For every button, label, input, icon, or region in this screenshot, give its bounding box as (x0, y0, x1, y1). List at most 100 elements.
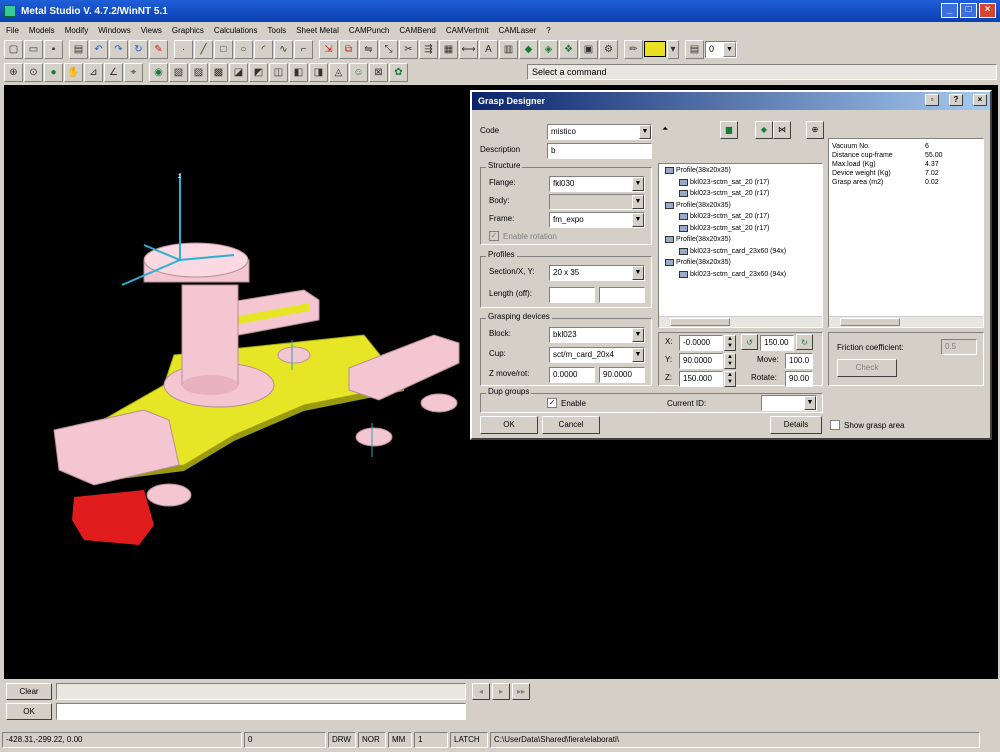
dimension-icon[interactable]: ⟷ (459, 39, 478, 59)
length-input-1[interactable] (549, 287, 595, 303)
lock-icon[interactable]: ⊠ (369, 62, 388, 82)
globe-icon[interactable]: ● (44, 62, 63, 82)
details-button[interactable]: Details (770, 416, 822, 434)
close-button[interactable]: × (979, 3, 996, 18)
move-input[interactable]: 100.0 (785, 353, 813, 369)
delete-grasp-icon[interactable]: ⋈ (773, 121, 791, 139)
profile-tree[interactable]: Profile(38x20x35) bkl023-sctm_sat_20 (r17… (658, 163, 823, 328)
nav-prev-icon[interactable]: ◂ (472, 683, 490, 700)
menu-sheet-metal[interactable]: Sheet Metal (296, 26, 339, 35)
angle-input[interactable]: 150.00 (760, 335, 794, 351)
layer-icon[interactable]: ▤ (685, 39, 704, 59)
menu-camlaser[interactable]: CAMLaser (499, 26, 537, 35)
zoom-tree-icon[interactable]: ⊕ (806, 121, 824, 139)
view-right-icon[interactable]: ◧ (289, 62, 308, 82)
z-spinner[interactable]: ▲ ▼ (724, 371, 736, 387)
view-persp-icon[interactable]: ◬ (329, 62, 348, 82)
layer-select[interactable]: 0 ▼ (705, 40, 737, 58)
dialog-restore-button[interactable]: ▫ (925, 94, 939, 106)
align-icon[interactable]: ⏶ (662, 124, 668, 134)
menu-calculations[interactable]: Calculations (214, 26, 258, 35)
menu-file[interactable]: File (6, 26, 19, 35)
shade-icon[interactable]: ◉ (149, 62, 168, 82)
assembly-icon[interactable]: ▣ (579, 39, 598, 59)
dup-enable-checkbox[interactable]: ✓ Enable (547, 398, 586, 408)
check-button[interactable]: Check (837, 359, 897, 377)
body-select[interactable]: ▼ (549, 194, 645, 210)
snap-icon[interactable]: ⌖ (124, 62, 143, 82)
section-select[interactable]: 20 x 35 ▼ (549, 265, 645, 281)
pan-icon[interactable]: ✋ (64, 62, 83, 82)
nor-toggle[interactable]: NOR (358, 731, 386, 748)
settings-icon[interactable]: ✿ (389, 62, 408, 82)
view-top-icon[interactable]: ▨ (189, 62, 208, 82)
show-grasp-area-checkbox[interactable]: Show grasp area (830, 420, 904, 430)
enable-rotation-checkbox[interactable]: ✓ Enable rotation (489, 231, 557, 241)
rotate-icon[interactable]: ↻ (129, 39, 148, 59)
tree-item-device[interactable]: bkl023-sctm_card_23x60 (94x) (679, 247, 786, 255)
arc-icon[interactable]: ◜ (254, 39, 273, 59)
menu-windows[interactable]: Windows (98, 26, 130, 35)
block-select[interactable]: bkl023 ▼ (549, 327, 645, 343)
undo-icon[interactable]: ↶ (89, 39, 108, 59)
clear-button[interactable]: Clear (6, 683, 52, 700)
x-input[interactable]: -0.0000 (679, 335, 723, 351)
rotate-right-icon[interactable]: ↻ (796, 334, 813, 350)
scroll-thumb[interactable] (840, 318, 900, 326)
solid-icon[interactable]: ◆ (519, 39, 538, 59)
frame-select[interactable]: fm_expo ▼ (549, 212, 645, 228)
point-icon[interactable]: · (174, 39, 193, 59)
person-icon[interactable]: ☺ (349, 62, 368, 82)
tree-item-profile[interactable]: Profile(38x20x35) (665, 259, 731, 266)
menu-graphics[interactable]: Graphics (172, 26, 204, 35)
eraser-icon[interactable]: ✎ (149, 39, 168, 59)
tree-item-device[interactable]: bkl023-sctm_sat_20 (r17) (679, 190, 769, 197)
offset-icon[interactable]: ⇶ (419, 39, 438, 59)
drw-toggle[interactable]: DRW (328, 731, 356, 748)
pencil-icon[interactable]: ✏ (624, 39, 643, 59)
menu-cambend[interactable]: CAMBend (399, 26, 435, 35)
dialog-close-button[interactable]: × (973, 94, 987, 106)
print-icon[interactable]: ▤ (69, 39, 88, 59)
menu-views[interactable]: Views (141, 26, 162, 35)
command-ok-button[interactable]: OK (6, 703, 52, 720)
move-icon[interactable]: ⇲ (319, 39, 338, 59)
scale-icon[interactable]: ⤡ (379, 39, 398, 59)
view-back-icon[interactable]: ◩ (249, 62, 268, 82)
trim-icon[interactable]: ✂ (399, 39, 418, 59)
length-input-2[interactable] (599, 287, 645, 303)
flange-select[interactable]: fkl030 ▼ (549, 176, 645, 192)
angle-icon[interactable]: ∠ (104, 62, 123, 82)
tree-item-profile[interactable]: Profile(38x20x35) (665, 201, 731, 209)
tree-item-device[interactable]: bkl023-sctm_sat_20 (r17) (679, 178, 769, 186)
y-input[interactable]: 90.0000 (679, 353, 723, 369)
tree-item-device[interactable]: bkl023-sctm_card_23x60 (94x) (679, 270, 786, 278)
redo-icon[interactable]: ↷ (109, 39, 128, 59)
circle-icon[interactable]: ○ (234, 39, 253, 59)
curve-icon[interactable]: ∿ (274, 39, 293, 59)
z-input[interactable]: 150.000 (679, 371, 723, 387)
description-input[interactable]: b (547, 143, 652, 159)
text-icon[interactable]: A (479, 39, 498, 59)
render-icon[interactable]: ◈ (539, 39, 558, 59)
view-left-icon[interactable]: ◨ (309, 62, 328, 82)
friction-input[interactable]: 0.5 (941, 339, 977, 355)
menu-help[interactable]: ? (546, 26, 550, 35)
polyline-icon[interactable]: ⌐ (294, 39, 313, 59)
model-icon[interactable]: ❖ (559, 39, 578, 59)
menu-models[interactable]: Models (29, 26, 55, 35)
nav-end-icon[interactable]: ▸▸ (512, 683, 530, 700)
copy-icon[interactable]: ⧉ (339, 39, 358, 59)
menu-campunch[interactable]: CAMPunch (349, 26, 389, 35)
menu-tools[interactable]: Tools (268, 26, 287, 35)
cancel-button[interactable]: Cancel (542, 416, 600, 434)
line-icon[interactable]: ╱ (194, 39, 213, 59)
cup-select[interactable]: sct/m_card_20x4 ▼ (549, 347, 645, 363)
minimize-button[interactable]: _ (941, 3, 958, 18)
y-spinner[interactable]: ▲ ▼ (724, 353, 736, 369)
open-folder-icon[interactable]: ▭ (24, 39, 43, 59)
mirror-icon[interactable]: ⇋ (359, 39, 378, 59)
rectangle-icon[interactable]: □ (214, 39, 233, 59)
props-scrollbar[interactable] (829, 316, 983, 327)
color-swatch[interactable] (644, 41, 666, 57)
